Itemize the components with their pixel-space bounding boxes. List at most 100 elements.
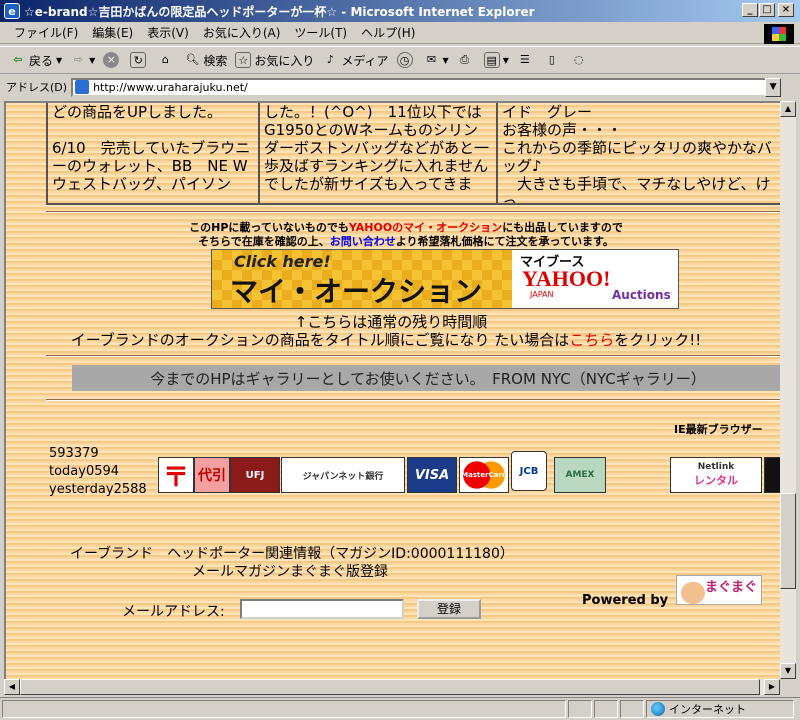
mail-icon: ✉	[426, 53, 437, 66]
title-order-link[interactable]: こちら	[569, 331, 614, 349]
vertical-scroll-thumb[interactable]	[780, 493, 796, 589]
forward-arrow-icon: ⇨	[73, 53, 83, 66]
ufj-card-logo: UFJ	[230, 457, 280, 493]
access-counter: 593379 today0594 yesterday2588	[49, 445, 147, 499]
window-title: ☆e-brand☆吉田かばんの限定品ヘッドポーターが一杯☆ - Microsof…	[24, 4, 535, 19]
yahoo-logo: YAHOO!	[522, 266, 611, 291]
counter-total: 593379	[49, 446, 99, 461]
favorites-button[interactable]: ☆ お気に入り	[235, 52, 314, 69]
page-viewport: どの商品をUPしました。 6/10 完売していたブラウニーのウォレット、BB N…	[4, 101, 780, 679]
vertical-scrollbar[interactable]: ▲ ▼	[780, 101, 796, 679]
home-icon: ⌂	[161, 53, 169, 66]
internet-globe-icon	[651, 702, 665, 716]
netlink-text: Netlink	[697, 462, 735, 472]
visa-logo: VISA	[407, 457, 457, 493]
powered-by-label: Powered by	[582, 593, 669, 608]
zone-label: インターネット	[669, 703, 746, 716]
refresh-icon: ↻	[130, 52, 147, 68]
status-cell	[594, 700, 618, 718]
media-button[interactable]: ♪ メディア	[322, 52, 389, 69]
discuss-button[interactable]: ☰	[517, 52, 536, 68]
status-text-cell	[2, 700, 566, 718]
minimize-button[interactable]: _	[742, 3, 758, 17]
menu-favorites[interactable]: お気に入り(A)	[203, 24, 281, 41]
address-label: アドレス(D)	[6, 81, 68, 94]
address-input[interactable]: http://www.uraharajuku.net/	[71, 77, 782, 97]
mail-dropdown-icon[interactable]: ▼	[443, 56, 449, 65]
window-titlebar[interactable]: e ☆e-brand☆吉田かばんの限定品ヘッドポーターが一杯☆ - Micros…	[0, 0, 800, 22]
toolbar: ⇦ 戻る ▼ ⇨ ▼ × ↻ ⌂ 🔍︎ 検索 ☆ お気に入り ♪ メディア ◷ …	[0, 46, 800, 74]
maximize-button[interactable]: □	[759, 3, 775, 17]
register-button[interactable]: 登録	[417, 599, 481, 619]
edit-icon: ▤	[483, 52, 500, 68]
status-bar: インターネット	[0, 697, 800, 720]
title-order-note: イーブランドのオークションの商品をタイトル順にご覧になり たい場合はこちらをクリ…	[6, 329, 766, 350]
address-dropdown-icon[interactable]: ▼	[765, 77, 782, 97]
back-arrow-icon: ⇦	[13, 53, 23, 66]
gallery-link[interactable]: 今までのHPはギャラリーとしてお使いください。 FROM NYC（NYCギャラリ…	[72, 365, 780, 391]
research-button[interactable]: ▯	[544, 52, 563, 68]
favorites-icon: ☆	[235, 52, 252, 68]
divider-3	[46, 399, 780, 401]
menu-bar: ファイル(F) 編集(E) 表示(V) お気に入り(A) ツール(T) ヘルプ(…	[0, 22, 800, 44]
news-column-1: どの商品をUPしました。 6/10 完売していたブラウニーのウォレット、BB N…	[46, 103, 258, 203]
media-label: メディア	[341, 53, 389, 68]
banner-main-text: マイ・オークション	[230, 275, 483, 308]
menu-file[interactable]: ファイル(F)	[14, 24, 78, 41]
back-button[interactable]: ⇦ 戻る ▼	[10, 52, 62, 69]
refresh-button[interactable]: ↻	[130, 52, 149, 68]
history-button[interactable]: ◷	[396, 52, 416, 68]
search-icon: 🔍︎	[185, 53, 200, 66]
search-button[interactable]: 🔍︎ 検索	[184, 52, 227, 69]
partial-logo	[764, 457, 780, 493]
mastercard-logo: MasterCard	[459, 457, 509, 493]
status-cell	[620, 700, 644, 718]
auction-note2-text: そちらで在庫を確認の上、	[198, 235, 330, 248]
ie-logo-icon: e	[4, 3, 20, 19]
menu-view[interactable]: 表示(V)	[147, 24, 189, 41]
my-auction-banner[interactable]: Click here! マイ・オークション マイブース YAHOO! JAPAN…	[211, 249, 679, 309]
forward-dropdown-icon[interactable]: ▼	[89, 56, 95, 65]
back-dropdown-icon[interactable]: ▼	[56, 56, 62, 65]
close-button[interactable]: ×	[778, 3, 794, 17]
mag2-logo-text: まぐまぐ	[704, 580, 757, 595]
scroll-left-icon[interactable]: ◀	[4, 679, 20, 695]
edit-dropdown-icon[interactable]: ▼	[503, 56, 509, 65]
banner-yahoo-area: マイブース YAHOO! JAPAN Auctions	[512, 250, 678, 308]
edit-button[interactable]: ▤ ▼	[483, 52, 509, 68]
menu-edit[interactable]: 編集(E)	[92, 24, 133, 41]
netlink-rental-logo[interactable]: Netlink レンタル	[670, 457, 762, 493]
messenger-button[interactable]: ◌	[571, 52, 590, 68]
divider-2	[46, 355, 780, 357]
address-url: http://www.uraharajuku.net/	[93, 80, 248, 94]
address-bar: アドレス(D) http://www.uraharajuku.net/ ▼	[0, 75, 800, 99]
horizontal-scroll-thumb[interactable]	[20, 679, 760, 695]
yahoo-auctions: Auctions	[612, 288, 671, 302]
scroll-up-icon[interactable]: ▲	[780, 101, 796, 117]
scroll-down-icon[interactable]: ▼	[780, 663, 796, 679]
page-icon	[75, 80, 90, 94]
magazine-title: イーブランド ヘッドポーター関連情報（マガジンID:0000111180）	[70, 546, 514, 562]
email-input[interactable]	[240, 599, 404, 619]
research-icon: ▯	[548, 53, 555, 66]
mag2-logo[interactable]: まぐまぐ	[676, 575, 762, 605]
search-label: 検索	[203, 53, 228, 68]
menu-help[interactable]: ヘルプ(H)	[361, 24, 415, 41]
stop-button[interactable]: ×	[103, 52, 122, 68]
japannet-bank-logo: ジャパンネット銀行	[281, 457, 405, 493]
mag2-character-icon	[681, 582, 705, 604]
history-icon: ◷	[396, 52, 413, 68]
my-auction-link[interactable]: YAHOOのマイ・オークション	[349, 221, 502, 234]
title-order-text: イーブランドのオークションの商品をタイトル順にご覧になり たい場合は	[70, 331, 570, 349]
menu-tools[interactable]: ツール(T)	[294, 24, 347, 41]
home-button[interactable]: ⌂	[157, 52, 176, 68]
mail-button[interactable]: ✉ ▼	[424, 52, 449, 68]
forward-button[interactable]: ⇨ ▼	[70, 52, 96, 68]
horizontal-scrollbar[interactable]: ◀ ▶	[4, 679, 780, 695]
auction-note-text-2: にも出品していますので	[502, 221, 623, 234]
zone-cell: インターネット	[646, 700, 794, 718]
amex-logo: AMEX	[554, 457, 606, 493]
inquiry-link[interactable]: お問い合わせ	[330, 235, 396, 248]
print-button[interactable]: ⎙	[457, 52, 476, 68]
scroll-right-icon[interactable]: ▶	[764, 679, 780, 695]
